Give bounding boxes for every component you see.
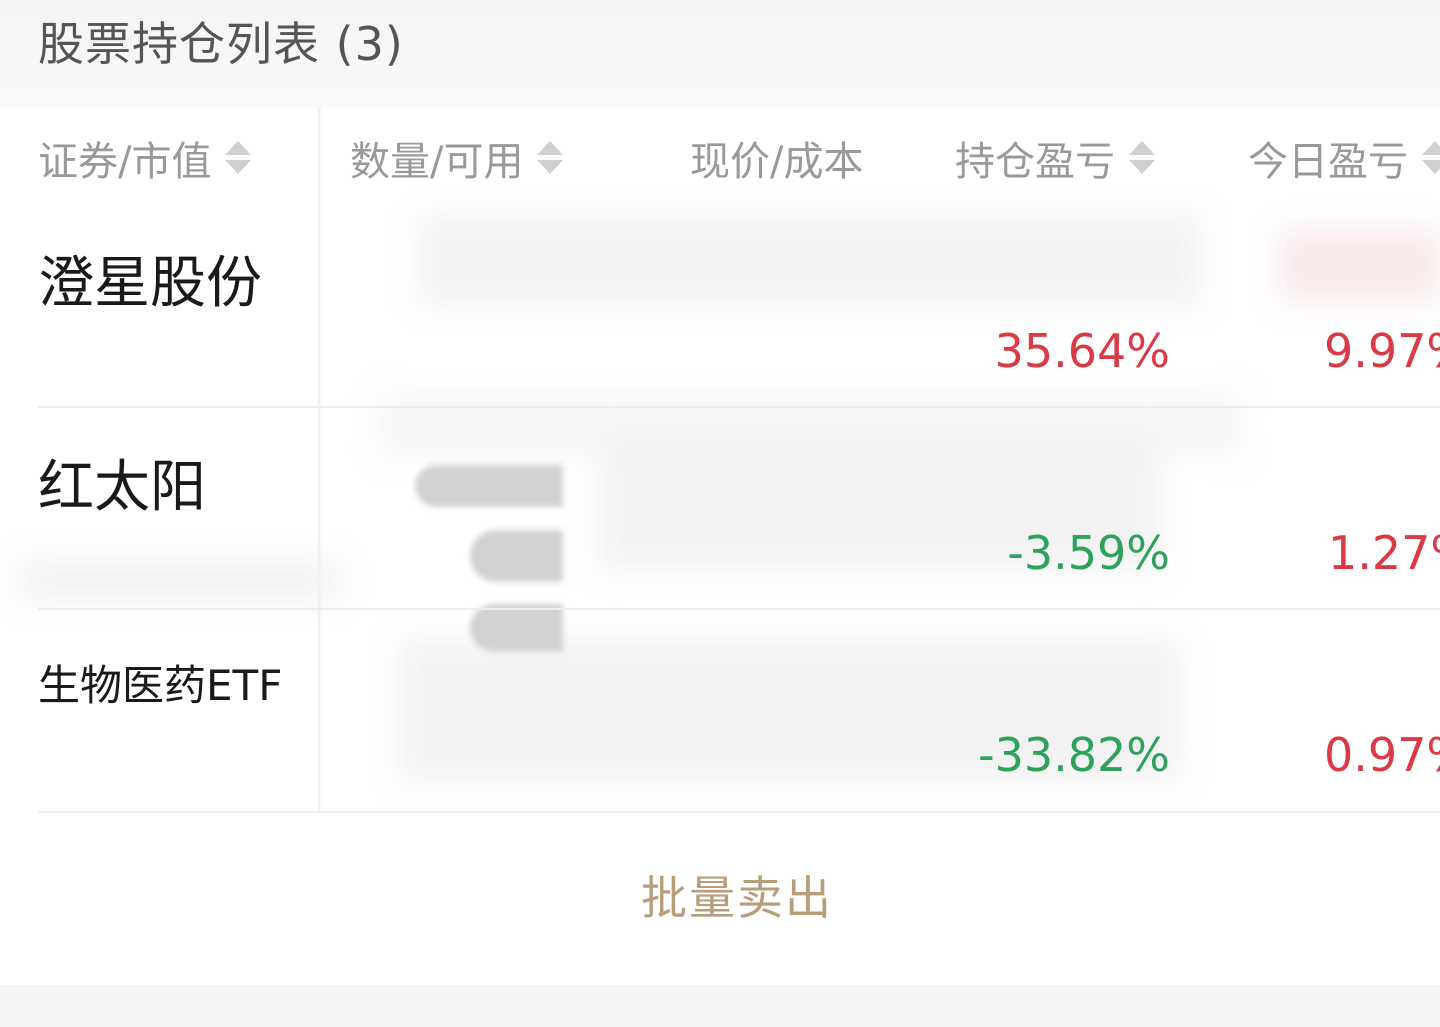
bottom-strip <box>0 985 1440 1027</box>
today-pnl-pct: 9.97% <box>1324 324 1440 378</box>
column-header-label: 数量/可用 <box>350 139 524 185</box>
sort-icon[interactable] <box>225 138 252 178</box>
today-pnl-pct: 0.97% <box>1324 728 1440 782</box>
obscured-region <box>420 215 1200 305</box>
sort-icon[interactable] <box>1129 138 1155 178</box>
position-pnl-pct: -3.59% <box>1007 526 1170 580</box>
column-header-security[interactable]: 证券/市值 <box>38 134 252 185</box>
obscured-region <box>1280 230 1440 300</box>
stock-name[interactable]: 澄星股份 <box>38 238 262 319</box>
obscured-region <box>20 560 340 600</box>
sort-icon[interactable] <box>537 138 564 178</box>
obscured-block <box>470 530 563 582</box>
holdings-page: 股票持仓列表 (3) 证券/市值 数量/可用 现价/成本 持仓盈亏 今日盈亏 澄… <box>0 0 1440 1027</box>
column-header-today-pnl[interactable]: 今日盈亏 <box>1248 134 1440 185</box>
stock-name[interactable]: 红太阳 <box>38 442 206 523</box>
title-bar: 股票持仓列表 (3) <box>0 0 1440 108</box>
stock-name[interactable]: 生物医药ETF <box>38 652 282 713</box>
row-divider <box>38 608 1440 610</box>
column-header-label: 持仓盈亏 <box>955 139 1115 185</box>
column-header-price: 现价/成本 <box>690 134 863 185</box>
column-header-label: 证券/市值 <box>38 139 212 185</box>
sort-icon[interactable] <box>1422 138 1440 178</box>
obscured-block <box>470 604 563 652</box>
position-pnl-pct: 35.64% <box>994 324 1170 378</box>
column-header-position-pnl[interactable]: 持仓盈亏 <box>955 134 1155 185</box>
frozen-column-shadow <box>318 108 322 813</box>
page-title: 股票持仓列表 (3) <box>38 17 404 71</box>
position-pnl-pct: -33.82% <box>978 728 1170 782</box>
column-header-quantity[interactable]: 数量/可用 <box>350 134 564 185</box>
row-divider <box>38 811 1440 813</box>
obscured-block <box>415 465 563 507</box>
row-divider <box>38 406 1440 408</box>
today-pnl-pct: 1.27% <box>1328 526 1440 580</box>
batch-sell-button[interactable]: 批量卖出 <box>0 862 1440 928</box>
column-header-label: 今日盈亏 <box>1248 139 1408 185</box>
column-header-label: 现价/成本 <box>690 139 864 185</box>
